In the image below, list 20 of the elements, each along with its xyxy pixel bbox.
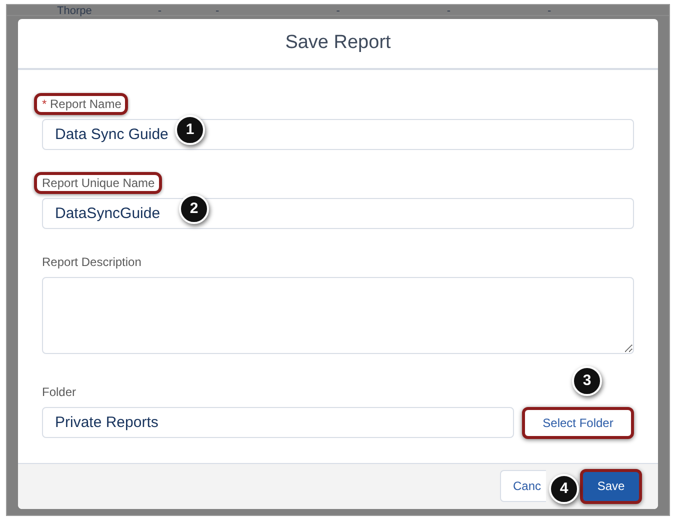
step-number-badge: 1 [175,114,205,145]
save-button[interactable]: Save [580,468,642,504]
table-cell: - [158,5,162,18]
step-number-badge: 2 [179,194,209,224]
dialog-title: Save Report [285,32,391,54]
description-field[interactable] [42,276,634,354]
field-label: Report Unique Name [34,172,162,194]
select-folder-button[interactable]: Select Folder [522,406,634,439]
step-number-badge: 4 [549,474,579,504]
field-label: Report Description [41,254,142,271]
cancel-button[interactable]: Canc [500,470,546,502]
table-cell: - [446,5,451,18]
field-label: * Report Name [34,92,128,115]
table-cell: - [336,5,340,18]
field-label: Folder [41,384,78,401]
table-cell: Thorpe [57,5,92,18]
table-cell: - [548,5,552,18]
table-cell: - [216,5,220,18]
step-number-badge: 3 [572,366,602,396]
folder-field[interactable]: Private Reports [42,407,514,438]
